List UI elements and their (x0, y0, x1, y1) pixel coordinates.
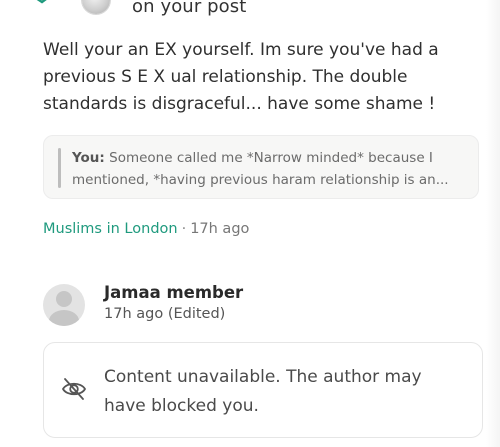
member-name[interactable]: Jamaa member (104, 283, 243, 302)
avatar (82, 0, 110, 14)
meta-separator: · (181, 221, 187, 237)
notification-text: on your post (132, 0, 247, 17)
comment-body: Well your an EX yourself. Im sure you've… (43, 40, 439, 114)
unavailable-message: Content unavailable. The author may have… (104, 367, 422, 416)
check-icon (36, 0, 47, 4)
quote-author: You: (72, 150, 105, 166)
avatar-shoulders (49, 310, 79, 326)
post-time: 17h ago (190, 221, 250, 237)
community-link[interactable]: Muslims in London (43, 221, 178, 237)
member-meta: 17h ago (Edited) (104, 306, 226, 322)
quoted-reply[interactable]: You: Someone called me *Narrow minded* b… (43, 135, 479, 199)
quote-content: Someone called me *Narrow minded* becaus… (72, 150, 449, 188)
avatar[interactable] (43, 284, 85, 326)
quote-bar (58, 148, 61, 188)
notification-header[interactable]: on your post (0, 0, 500, 22)
edge-shadow (486, 0, 500, 447)
post-meta: Muslims in London · 17h ago (43, 221, 249, 237)
eye-off-icon (62, 378, 86, 400)
avatar-head (56, 291, 72, 307)
quote-text: You: Someone called me *Narrow minded* b… (72, 147, 468, 191)
unavailable-content-box: Content unavailable. The author may have… (43, 342, 483, 438)
